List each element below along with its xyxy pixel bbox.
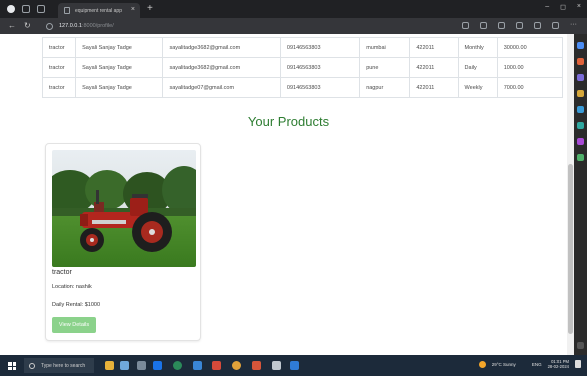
cell-city: mumbai bbox=[359, 37, 411, 58]
taskbar-app-icon[interactable] bbox=[193, 361, 202, 370]
edge-browser-icon[interactable] bbox=[173, 361, 182, 370]
close-window-icon[interactable]: × bbox=[577, 3, 581, 11]
shopping-icon[interactable] bbox=[577, 58, 584, 65]
cell-name: Sayali Sanjay Tadge bbox=[75, 57, 164, 78]
section-title: Your Products bbox=[247, 114, 330, 129]
clock[interactable]: 01:01 PM 28-02-2024 bbox=[548, 359, 569, 369]
system-tray: 29°C Sunny ENG 01:01 PM 28-02-2024 bbox=[478, 359, 581, 369]
reload-icon[interactable]: ↻ bbox=[24, 22, 32, 30]
more-icon[interactable]: ··· bbox=[570, 21, 577, 29]
cell-name: Sayali Sanjay Tadge bbox=[75, 37, 164, 58]
product-daily-rental: Daily Rental: $1000 bbox=[52, 302, 101, 308]
cell-period: Monthly bbox=[457, 37, 498, 58]
workspaces-icon[interactable] bbox=[22, 5, 30, 13]
office-icon[interactable] bbox=[577, 106, 584, 113]
close-tab-icon[interactable]: × bbox=[131, 6, 135, 13]
product-image bbox=[52, 150, 196, 267]
sidebar-settings-icon[interactable] bbox=[577, 342, 584, 349]
cell-pincode: 422011 bbox=[409, 37, 459, 58]
chrome-icon[interactable] bbox=[232, 361, 241, 370]
cell-period: Weekly bbox=[457, 77, 498, 98]
search-placeholder: Type here to search bbox=[41, 362, 86, 369]
cell-email: sayalitadge07@gmail.com bbox=[162, 77, 281, 98]
cell-city: nagpur bbox=[359, 77, 411, 98]
date-text: 28-02-2024 bbox=[547, 364, 569, 369]
url-field[interactable]: 127.0.0.1 :8000/profile/ bbox=[46, 20, 466, 32]
scrollbar-thumb[interactable] bbox=[568, 164, 573, 334]
cell-city: pune bbox=[359, 57, 411, 78]
taskbar-app-icon[interactable] bbox=[272, 361, 281, 370]
taskbar-app-icon[interactable] bbox=[212, 361, 221, 370]
address-bar: ← ↻ 127.0.0.1 :8000/profile/ ··· bbox=[0, 18, 587, 34]
cell-name: Sayali Sanjay Tadge bbox=[75, 77, 164, 98]
cell-pincode: 422011 bbox=[409, 57, 459, 78]
rentals-table: tractor Sayali Sanjay Tadge sayalitadge3… bbox=[41, 37, 564, 98]
extensions-icon[interactable] bbox=[552, 22, 559, 29]
profile-icon[interactable] bbox=[7, 5, 15, 13]
taskbar-search[interactable]: Type here to search bbox=[24, 358, 94, 373]
cell-amount: 30000.00 bbox=[496, 37, 564, 58]
games-icon[interactable] bbox=[577, 90, 584, 97]
table-row: tractor Sayali Sanjay Tadge sayalitadge3… bbox=[41, 57, 564, 78]
outlook-icon[interactable] bbox=[577, 122, 584, 129]
read-aloud-icon[interactable] bbox=[462, 22, 469, 29]
product-location: Location: nashik bbox=[52, 284, 92, 290]
back-arrow-icon[interactable]: ← bbox=[8, 22, 16, 30]
notifications-icon[interactable] bbox=[575, 360, 581, 368]
windows-start-icon[interactable] bbox=[8, 362, 16, 370]
taskbar-app-icon[interactable] bbox=[105, 361, 114, 370]
minimize-icon[interactable]: – bbox=[545, 3, 549, 11]
cell-equipment: tractor bbox=[41, 37, 77, 58]
taskbar-app-icon[interactable] bbox=[153, 361, 162, 370]
collections-icon[interactable] bbox=[534, 22, 541, 29]
split-screen-icon[interactable] bbox=[498, 22, 505, 29]
taskbar-app-icon[interactable] bbox=[252, 361, 261, 370]
window-controls: – ◻ × bbox=[545, 3, 581, 11]
cell-equipment: tractor bbox=[41, 57, 77, 78]
table-row: tractor Sayali Sanjay Tadge sayalitadge3… bbox=[41, 37, 564, 58]
cell-phone: 09146563803 bbox=[279, 37, 361, 58]
browser-window: equipment rental app × + – ◻ × ← ↻ 127.0… bbox=[0, 0, 587, 376]
page-viewport: tractor Sayali Sanjay Tadge sayalitadge3… bbox=[0, 34, 567, 355]
search-icon bbox=[29, 362, 35, 369]
page-scrollbar[interactable] bbox=[567, 34, 574, 355]
taskbar-app-icon[interactable] bbox=[120, 361, 129, 370]
maximize-icon[interactable]: ◻ bbox=[560, 3, 566, 11]
star-icon[interactable] bbox=[480, 22, 487, 29]
cell-phone: 09146563803 bbox=[279, 77, 361, 98]
drop-icon[interactable] bbox=[577, 138, 584, 145]
edge-sidebar bbox=[574, 34, 587, 355]
language-indicator[interactable]: ENG bbox=[532, 362, 542, 367]
designer-icon[interactable] bbox=[577, 154, 584, 161]
cell-amount: 1000.00 bbox=[496, 57, 564, 78]
toolbar-icons: ··· bbox=[462, 21, 577, 29]
vscode-icon[interactable] bbox=[290, 361, 299, 370]
weather-text[interactable]: 29°C Sunny bbox=[492, 362, 516, 367]
cell-pincode: 422011 bbox=[409, 77, 459, 98]
tab-actions-icon[interactable] bbox=[37, 5, 45, 13]
cell-email: sayalitadge3682@gmail.com bbox=[162, 37, 281, 58]
product-card: tractor Location: nashik Daily Rental: $… bbox=[45, 143, 201, 341]
url-host: 127.0.0.1 bbox=[59, 23, 82, 29]
view-details-button[interactable]: View Details bbox=[52, 317, 96, 333]
task-view-icon[interactable] bbox=[137, 361, 146, 370]
tab-title: equipment rental app bbox=[75, 7, 122, 14]
cell-phone: 09146563803 bbox=[279, 57, 361, 78]
tools-icon[interactable] bbox=[577, 74, 584, 81]
windows-taskbar: Type here to search 29°C Sunny ENG 01:01… bbox=[0, 355, 587, 376]
search-icon[interactable] bbox=[577, 42, 584, 49]
cell-equipment: tractor bbox=[41, 77, 77, 98]
weather-icon[interactable] bbox=[478, 360, 486, 368]
cell-amount: 7000.00 bbox=[496, 77, 564, 98]
table-row: tractor Sayali Sanjay Tadge sayalitadge0… bbox=[41, 77, 564, 98]
cell-email: sayalitadge3682@gmail.com bbox=[162, 57, 281, 78]
info-icon[interactable] bbox=[46, 22, 53, 30]
cell-period: Daily bbox=[457, 57, 498, 78]
favorites-icon[interactable] bbox=[516, 22, 523, 29]
url-path: :8000/profile/ bbox=[81, 23, 114, 29]
new-tab-button[interactable]: + bbox=[147, 4, 153, 14]
page-icon bbox=[64, 7, 70, 14]
product-name: tractor bbox=[52, 269, 72, 276]
browser-tab[interactable]: equipment rental app × bbox=[58, 3, 140, 18]
